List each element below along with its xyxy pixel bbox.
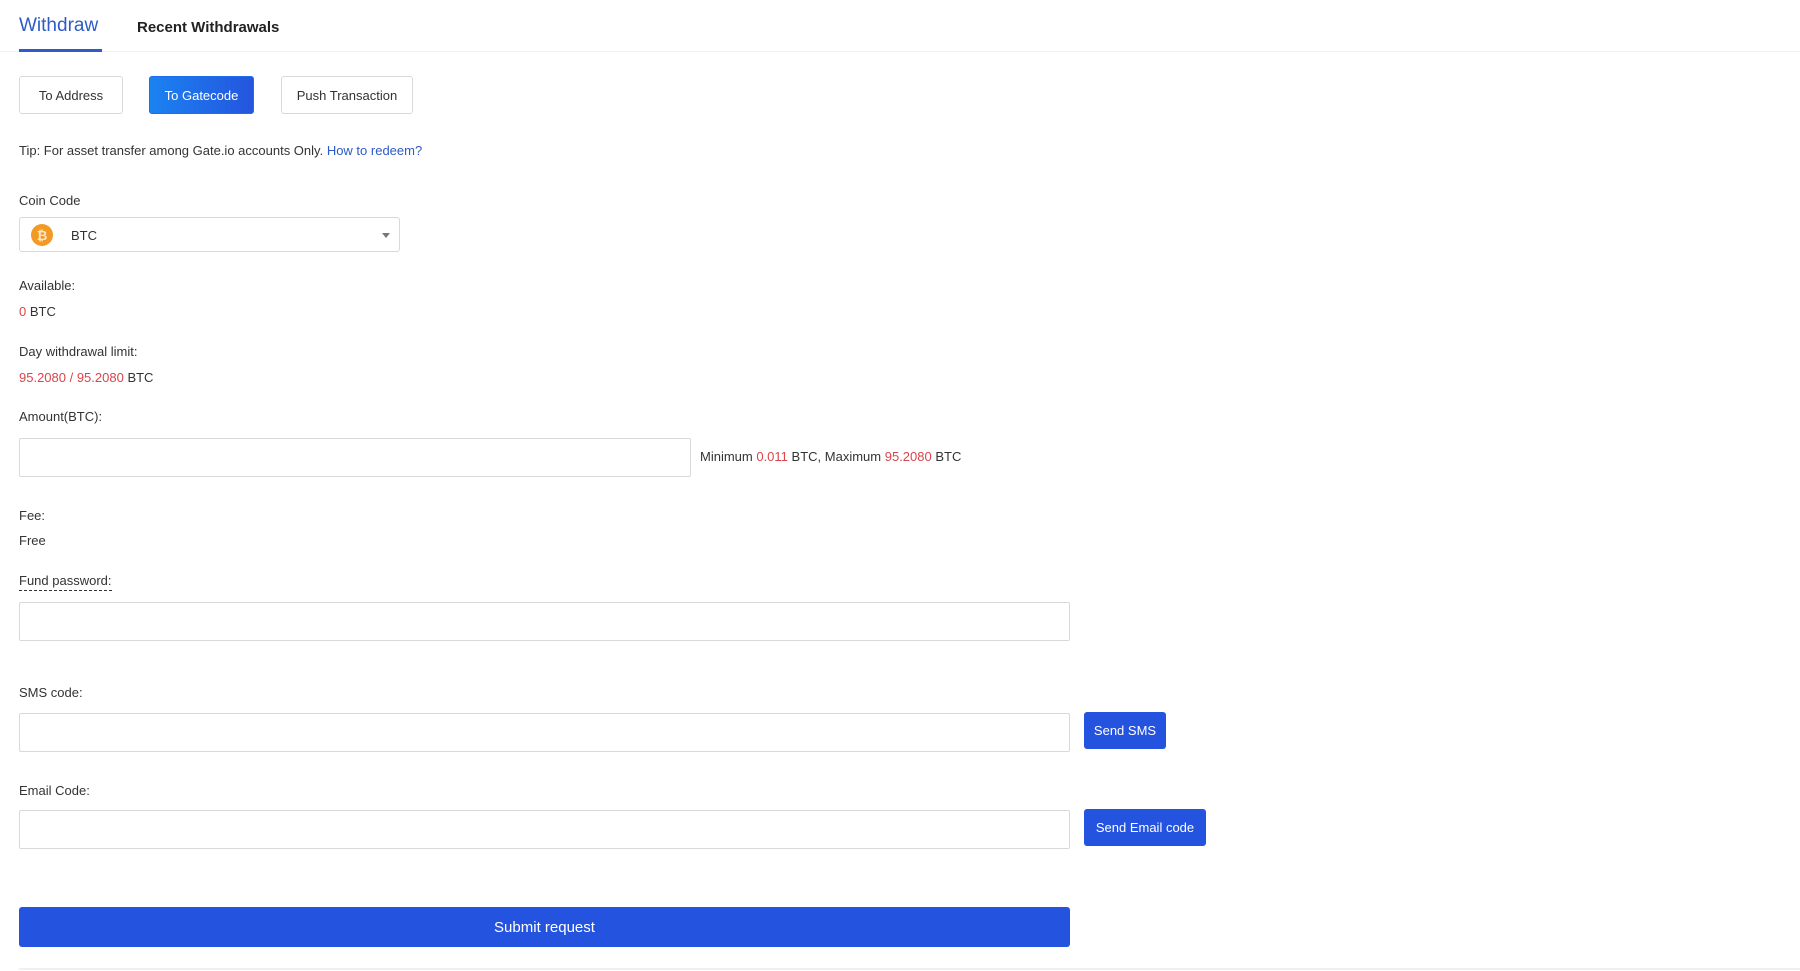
available-unit: BTC <box>26 304 56 319</box>
coin-code-select[interactable]: ₿ BTC <box>19 217 400 252</box>
submit-request-button[interactable]: Submit request <box>19 907 1070 947</box>
sms-code-label: SMS code: <box>19 685 83 700</box>
fund-password-input[interactable] <box>19 602 1070 641</box>
active-tab-indicator <box>19 49 102 52</box>
fee-label: Fee: <box>19 508 46 523</box>
to-address-button[interactable]: To Address <box>19 76 123 114</box>
max-value: 95.2080 <box>884 449 932 464</box>
to-gatecode-button[interactable]: To Gatecode <box>149 76 254 114</box>
amount-label: Amount(BTC): <box>19 409 103 424</box>
bitcoin-icon: ₿ <box>31 224 53 246</box>
day-limit-value: 95.2080 / 95.2080 BTC <box>19 370 153 385</box>
sms-code-input[interactable] <box>19 713 1070 752</box>
available-value: 0 BTC <box>19 304 56 319</box>
amount-limits: Minimum 0.011 BTC, Maximum 95.2080 BTC <box>700 449 961 464</box>
day-limit-amount: 95.2080 / 95.2080 <box>19 370 124 385</box>
bottom-divider <box>19 968 1800 970</box>
day-limit-unit: BTC <box>123 370 154 385</box>
coin-code-label: Coin Code <box>19 193 81 208</box>
fund-password-label-text[interactable]: Fund password: <box>19 573 112 591</box>
send-sms-button[interactable]: Send SMS <box>1084 712 1166 749</box>
tip-message: Tip: For asset transfer among Gate.io ac… <box>19 143 327 158</box>
tab-bar: Withdraw Recent Withdrawals <box>0 0 1800 52</box>
push-transaction-button[interactable]: Push Transaction <box>281 76 413 114</box>
fund-password-label: Fund password: <box>19 573 112 591</box>
amount-input[interactable] <box>19 438 691 477</box>
coin-code-value: BTC <box>71 228 97 243</box>
email-code-label: Email Code: <box>19 783 90 798</box>
tab-recent-withdrawals[interactable]: Recent Withdrawals <box>137 19 279 36</box>
min-suffix: BTC, Maximum <box>787 449 885 464</box>
max-suffix: BTC <box>931 449 962 464</box>
available-label: Available: <box>19 278 76 293</box>
chevron-down-icon <box>382 233 390 238</box>
email-code-input[interactable] <box>19 810 1070 849</box>
tip-text: Tip: For asset transfer among Gate.io ac… <box>19 143 422 158</box>
send-email-code-button[interactable]: Send Email code <box>1084 809 1206 846</box>
day-limit-label: Day withdrawal limit: <box>19 344 138 359</box>
min-prefix: Minimum <box>700 449 757 464</box>
tab-withdraw[interactable]: Withdraw <box>19 15 98 37</box>
min-value: 0.011 <box>756 449 788 464</box>
how-to-redeem-link[interactable]: How to redeem? <box>327 143 422 158</box>
fee-value: Free <box>19 533 46 548</box>
